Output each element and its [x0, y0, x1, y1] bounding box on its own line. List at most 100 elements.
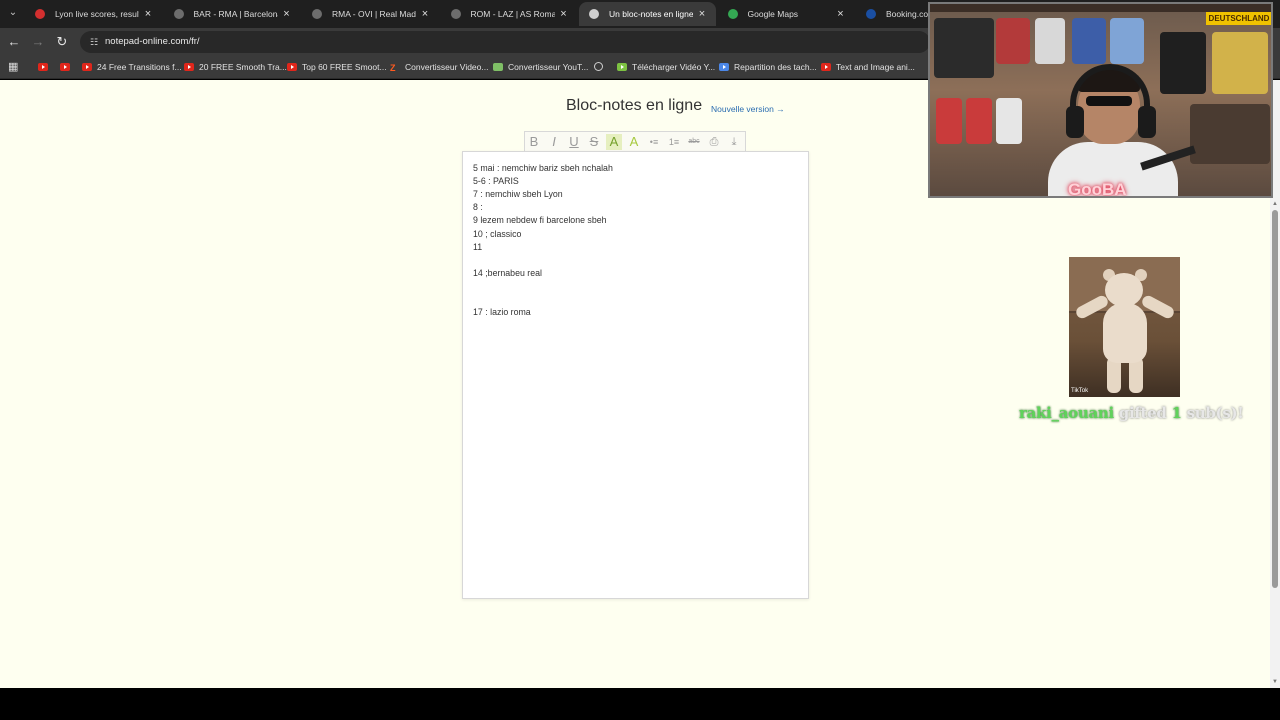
- tab-title: Google Maps: [747, 9, 799, 19]
- bookmark-item[interactable]: Text and Image ani...: [821, 56, 915, 79]
- tab-favicon-icon: [35, 9, 45, 19]
- gif-watermark: TikTok: [1071, 388, 1089, 394]
- back-icon[interactable]: ←: [6, 34, 22, 50]
- italic-icon[interactable]: I: [546, 134, 562, 150]
- tab-title: Lyon live scores, results, fi: [55, 9, 139, 19]
- youtube-icon: [82, 63, 92, 71]
- plain-icon: [493, 63, 503, 71]
- alert-gif: TikTok: [1069, 257, 1180, 397]
- webcam-jersey: [934, 18, 994, 78]
- notepad-editor[interactable]: 5 mai : nemchiw bariz sbeh nchalah 5-6 : …: [462, 151, 809, 599]
- webcam-jersey: [1160, 32, 1206, 94]
- bookmark-label: Repartition des tach...: [734, 62, 817, 72]
- address-bar[interactable]: ☷ notepad-online.com/fr/: [80, 31, 930, 53]
- webcam-overlay: DEUTSCHLAND GooBA: [928, 2, 1273, 198]
- note-line: 17 : lazio roma: [473, 307, 531, 318]
- bullet-list-icon[interactable]: •≡: [646, 134, 662, 150]
- webcam-sign: DEUTSCHLAND: [1206, 12, 1271, 25]
- note-line: 10 ; classico: [473, 228, 522, 239]
- streamer-name: GooBA: [1068, 180, 1127, 198]
- tab-title: BAR - RMA | Barcelona v Re: [193, 9, 278, 19]
- youtube-icon: [60, 63, 70, 71]
- bookmark-item[interactable]: Repartition des tach...: [719, 56, 817, 79]
- webcam-jersey: [1035, 18, 1065, 64]
- close-icon[interactable]: ×: [281, 2, 293, 26]
- bookmark-item[interactable]: [594, 56, 608, 79]
- tab[interactable]: RMA - OVI | Real Madrid - O×: [302, 2, 439, 26]
- tab-title: RMA - OVI | Real Madrid - O: [332, 9, 416, 19]
- apps-grid-icon[interactable]: ▦: [8, 62, 19, 73]
- youtube-icon: [821, 63, 831, 71]
- scroll-thumb[interactable]: [1272, 210, 1278, 588]
- bookmark-item[interactable]: [60, 56, 75, 79]
- tab[interactable]: Google Maps ×: [718, 2, 855, 26]
- bookmark-item[interactable]: [38, 56, 53, 79]
- note-line: 14 ;bernabeu real: [473, 267, 542, 278]
- download-icon[interactable]: ⤓: [726, 134, 742, 150]
- webcam-jersey: [936, 98, 962, 144]
- note-line: 9 lezem nebdew fi barcelone sbeh: [473, 215, 607, 226]
- bookmark-item[interactable]: Top 60 FREE Smoot...: [287, 56, 387, 79]
- youtube-icon: [287, 63, 297, 71]
- tab[interactable]: Un bloc-notes en ligne gra×: [579, 2, 716, 26]
- close-icon[interactable]: ×: [558, 2, 570, 26]
- tab-favicon-icon: [173, 9, 184, 19]
- highlight-icon[interactable]: A: [606, 134, 622, 150]
- tab-favicon-icon: [727, 9, 738, 19]
- close-icon[interactable]: ×: [696, 2, 708, 26]
- webcam-jersey: [1212, 32, 1268, 94]
- note-line: 5-6 : PARIS: [473, 176, 519, 187]
- bookmark-label: 20 FREE Smooth Tra...: [199, 62, 287, 72]
- underline-icon[interactable]: U: [566, 134, 582, 150]
- close-icon[interactable]: ×: [142, 2, 154, 26]
- clear-format-icon[interactable]: abc: [686, 134, 702, 150]
- headset-ear: [1138, 106, 1156, 138]
- tab-title: ROM - LAZ | AS Roma v La: [470, 9, 555, 19]
- webcam-jersey: [996, 18, 1030, 64]
- bookmark-label: Convertisseur YouT...: [508, 62, 589, 72]
- bookmark-item[interactable]: 20 FREE Smooth Tra...: [184, 56, 287, 79]
- tab[interactable]: ROM - LAZ | AS Roma v La×: [441, 2, 578, 26]
- doc-icon: [719, 63, 729, 71]
- bookmark-label: Convertisseur Video...: [405, 62, 489, 72]
- forward-icon[interactable]: →: [30, 34, 46, 50]
- bear-head: [1105, 273, 1143, 307]
- bookmark-label: 24 Free Transitions f...: [97, 62, 182, 72]
- gift-count: 1: [1171, 404, 1182, 422]
- headset-ear: [1066, 106, 1084, 138]
- bookmark-item[interactable]: 24 Free Transitions f...: [82, 56, 182, 79]
- bookmark-item[interactable]: Convertisseur YouT...: [493, 56, 588, 79]
- note-line: 8 :: [473, 202, 483, 213]
- webcam-jersey: [996, 98, 1022, 144]
- address-url[interactable]: notepad-online.com/fr/: [105, 31, 200, 53]
- numbered-list-icon[interactable]: 1≡: [666, 134, 682, 150]
- webcam-jersey: [1110, 18, 1144, 64]
- strikethrough-icon[interactable]: S: [586, 134, 602, 150]
- close-icon[interactable]: ×: [835, 2, 847, 26]
- bear-body: [1103, 303, 1147, 363]
- page-title: Bloc-notes en ligne: [566, 97, 703, 114]
- tab-title: Un bloc-notes en ligne gra: [609, 9, 693, 19]
- bold-icon[interactable]: B: [526, 134, 542, 150]
- close-icon[interactable]: ×: [419, 2, 431, 26]
- text-color-icon[interactable]: A: [626, 134, 642, 150]
- gift-unit: sub(s)!: [1181, 404, 1244, 422]
- tab-favicon-icon: [589, 9, 599, 19]
- print-icon[interactable]: ⎙: [706, 134, 722, 150]
- dl-icon: [617, 63, 627, 71]
- new-version-link[interactable]: Nouvelle version →: [711, 104, 785, 114]
- reload-icon[interactable]: ↻: [54, 34, 70, 50]
- tab-search-icon[interactable]: ⌄: [4, 4, 22, 22]
- tab[interactable]: Lyon live scores, results, fi×: [25, 2, 162, 26]
- note-line: 5 mai : nemchiw bariz sbeh nchalah: [473, 163, 613, 173]
- bookmark-item[interactable]: Z Convertisseur Video...: [390, 56, 488, 79]
- site-info-icon[interactable]: ☷: [88, 36, 100, 48]
- scroll-up-icon[interactable]: ▲: [1271, 200, 1279, 208]
- youtube-icon: [184, 63, 194, 71]
- youtube-icon: [38, 63, 48, 71]
- webcam-desk: [1190, 104, 1270, 164]
- tab[interactable]: BAR - RMA | Barcelona v Re×: [164, 2, 301, 26]
- scroll-down-icon[interactable]: ▼: [1271, 678, 1279, 686]
- bookmark-item[interactable]: Télécharger Vidéo Y...: [617, 56, 715, 79]
- screen: ⌄ Lyon live scores, results, fi×BAR - RM…: [0, 0, 1280, 720]
